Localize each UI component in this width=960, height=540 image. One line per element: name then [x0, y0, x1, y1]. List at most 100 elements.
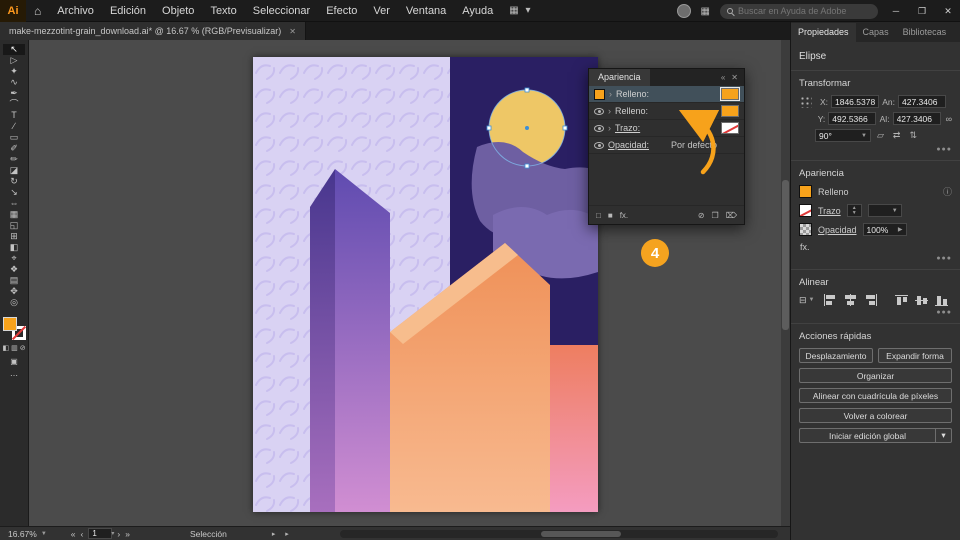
draw-mode-icon[interactable]: ▣	[10, 357, 18, 366]
flip-vertical-icon[interactable]: ⇅	[906, 130, 920, 141]
appearance-more-options-icon[interactable]: ●●●	[799, 255, 952, 262]
fill-swatch-control[interactable]	[720, 87, 740, 101]
zoom-caret-icon[interactable]: ▼	[37, 531, 51, 537]
prev-artboard-icon[interactable]: ‹	[81, 529, 84, 539]
close-button[interactable]: ✕	[940, 6, 956, 17]
status-menu-arrows-icon[interactable]: ▸ ▸	[272, 530, 293, 538]
tab-capas[interactable]: Capas	[856, 23, 896, 42]
tab-bibliotecas[interactable]: Bibliotecas	[896, 23, 954, 42]
width-field[interactable]	[898, 95, 946, 108]
visibility-eye-icon[interactable]	[594, 107, 604, 115]
gradient-tool[interactable]: ◧	[3, 242, 25, 253]
document-tab[interactable]: make-mezzotint-grain_download.ai* @ 16.6…	[0, 22, 306, 40]
minimize-button[interactable]: ─	[888, 6, 904, 16]
height-field[interactable]	[892, 112, 941, 125]
align-top-icon[interactable]	[893, 294, 909, 306]
eraser-tool[interactable]: ◪	[3, 165, 25, 176]
menu-seleccionar[interactable]: Seleccionar	[245, 0, 318, 22]
line-segment-tool[interactable]: ∕	[3, 121, 25, 132]
toolbar-more-icon[interactable]: ⋯	[10, 371, 18, 380]
align-more-options-icon[interactable]: ●●●	[799, 309, 952, 316]
shape-builder-tool[interactable]: ◱	[3, 220, 25, 231]
home-icon[interactable]: ⌂	[26, 4, 49, 18]
align-right-icon[interactable]	[862, 294, 878, 306]
workspace-switcher-icon[interactable]: ▦ ▾	[501, 5, 540, 16]
add-fill-icon[interactable]: ■	[608, 211, 613, 220]
appearance-row-label[interactable]: Relleno:	[616, 89, 649, 99]
artboard-number-input[interactable]	[92, 529, 105, 538]
menu-objeto[interactable]: Objeto	[154, 0, 202, 22]
eyedropper-tool[interactable]: ⌖	[3, 253, 25, 264]
appearance-row-label[interactable]: Relleno:	[615, 106, 648, 116]
align-to-dropdown-icon[interactable]: ⊟ ▼	[799, 295, 815, 306]
help-search[interactable]	[720, 3, 878, 19]
mesh-tool[interactable]: ⊞	[3, 231, 25, 242]
stroke-swatch-control[interactable]	[721, 122, 739, 134]
panel-close-icon[interactable]: ✕	[731, 73, 738, 82]
rectangle-tool[interactable]: ▭	[3, 132, 25, 143]
canvas-vertical-scrollbar[interactable]	[781, 40, 790, 526]
rotation-angle-select[interactable]: 90° ▼	[815, 129, 871, 142]
apps-grid-icon[interactable]: ▦	[701, 6, 710, 17]
add-effect-icon[interactable]: fx.	[620, 211, 628, 220]
artboard[interactable]	[253, 57, 598, 512]
stroke-weight-select[interactable]: ▼	[867, 204, 902, 217]
last-artboard-icon[interactable]: »	[125, 529, 130, 539]
canvas-horizontal-scrollbar[interactable]	[340, 530, 778, 538]
menu-ventana[interactable]: Ventana	[398, 0, 454, 22]
panel-collapse-icon[interactable]: «	[721, 73, 725, 82]
delete-item-icon[interactable]: ⌦	[726, 211, 737, 220]
visibility-eye-icon[interactable]	[594, 141, 604, 149]
fill-swatch[interactable]	[3, 317, 17, 331]
fill-label[interactable]: Relleno	[818, 187, 849, 197]
canvas-horizontal-scrollbar-thumb[interactable]	[541, 531, 622, 537]
recolor-button[interactable]: Volver a colorear	[799, 408, 952, 423]
color-mode-icon[interactable]: ◧	[2, 344, 9, 352]
align-middle-vertical-icon[interactable]	[913, 294, 929, 306]
type-tool[interactable]: T	[3, 110, 25, 121]
curvature-tool[interactable]: ⌒	[3, 99, 25, 110]
opacity-label[interactable]: Opacidad	[818, 225, 857, 235]
expander-icon[interactable]: ›	[609, 89, 612, 99]
stroke-weight-stepper[interactable]: ▲ ▼	[846, 204, 862, 217]
menu-ver[interactable]: Ver	[365, 0, 398, 22]
stroke-color-swatch-icon[interactable]	[799, 204, 812, 217]
align-bottom-icon[interactable]	[933, 294, 949, 306]
app-logo[interactable]: Ai	[0, 0, 26, 22]
menu-texto[interactable]: Texto	[202, 0, 244, 22]
restore-button[interactable]: ❐	[914, 6, 930, 17]
global-edit-caret-button[interactable]: ▾	[936, 428, 952, 443]
link-dimensions-icon[interactable]: ∞	[946, 114, 952, 124]
clear-appearance-icon[interactable]: ⊘	[698, 211, 705, 220]
menu-archivo[interactable]: Archivo	[49, 0, 102, 22]
expander-icon[interactable]: ›	[608, 123, 611, 133]
stroke-label[interactable]: Trazo	[818, 206, 841, 216]
lasso-tool[interactable]: ∿	[3, 77, 25, 88]
appearance-panel-header[interactable]: Apariencia « ✕	[589, 69, 744, 86]
pencil-tool[interactable]: ✏	[3, 154, 25, 165]
paintbrush-tool[interactable]: ✐	[3, 143, 25, 154]
pen-tool[interactable]: ✒	[3, 88, 25, 99]
opacity-select[interactable]: 100% ▶	[862, 223, 907, 236]
arrange-button[interactable]: Organizar	[799, 368, 952, 383]
flip-horizontal-icon[interactable]: ⇄	[890, 130, 904, 141]
user-avatar[interactable]	[676, 4, 691, 18]
expand-shape-button[interactable]: Expandir forma	[878, 348, 952, 363]
expander-icon[interactable]: ›	[608, 106, 611, 116]
blend-tool[interactable]: ❖	[3, 264, 25, 275]
document-tab-close-icon[interactable]: ✕	[289, 27, 296, 36]
shear-icon[interactable]: ▱	[874, 130, 887, 141]
reference-point-icon[interactable]	[799, 95, 812, 108]
fill-stroke-indicator[interactable]	[2, 316, 26, 340]
none-mode-icon[interactable]: ⊘	[20, 344, 26, 352]
hand-tool[interactable]: ✥	[3, 286, 25, 297]
gradient-mode-icon[interactable]: ▥	[11, 344, 18, 352]
free-transform-tool[interactable]: ▦	[3, 209, 25, 220]
rotate-tool[interactable]: ↻	[3, 176, 25, 187]
visibility-eye-icon[interactable]	[594, 124, 604, 132]
first-artboard-icon[interactable]: «	[71, 529, 76, 539]
align-left-icon[interactable]	[822, 294, 838, 306]
fx-label[interactable]: fx.	[800, 242, 952, 252]
magic-wand-tool[interactable]: ✦	[3, 66, 25, 77]
artboard-number-select[interactable]: ▾	[88, 528, 114, 539]
